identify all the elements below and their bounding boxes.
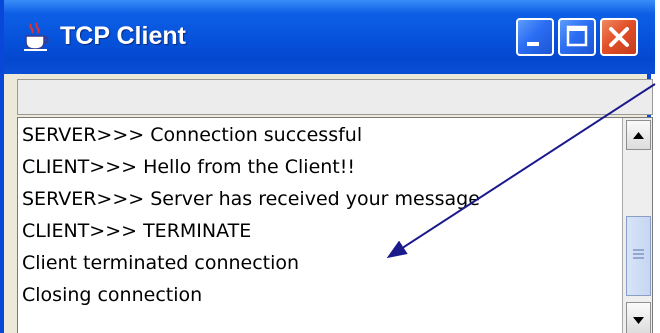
output-line: CLIENT>>> Hello from the Client!! <box>22 156 355 178</box>
minimize-icon <box>527 42 539 46</box>
java-coffee-cup-icon[interactable] <box>22 22 50 52</box>
output-line: Client terminated connection <box>22 252 300 274</box>
output-lines: SERVER>>> Connection successful CLIENT>>… <box>22 119 620 311</box>
close-button[interactable] <box>600 18 638 56</box>
output-line: SERVER>>> Connection successful <box>22 124 363 146</box>
message-input[interactable] <box>17 79 653 115</box>
output-line: CLIENT>>> TERMINATE <box>22 220 252 242</box>
window-title: TCP Client <box>60 22 186 50</box>
scrollbar-grip-icon <box>633 249 644 259</box>
maximize-button[interactable] <box>558 18 596 56</box>
title-bar[interactable]: TCP Client <box>4 0 655 74</box>
tcp-client-window: TCP Client SERVER>>> Connection successf… <box>0 0 655 333</box>
minimize-button[interactable] <box>516 18 554 56</box>
maximize-icon <box>566 25 588 47</box>
output-text-area[interactable]: SERVER>>> Connection successful CLIENT>>… <box>17 117 653 333</box>
scroll-down-arrow-icon <box>633 317 644 324</box>
scroll-up-button[interactable] <box>626 120 651 150</box>
close-icon <box>609 27 629 47</box>
scrollbar-thumb[interactable] <box>626 216 651 296</box>
output-line: Closing connection <box>22 284 203 306</box>
vertical-scrollbar[interactable] <box>622 118 652 333</box>
scroll-down-button[interactable] <box>626 302 651 333</box>
scroll-up-arrow-icon <box>633 132 644 139</box>
output-line: SERVER>>> Server has received your messa… <box>22 188 480 210</box>
